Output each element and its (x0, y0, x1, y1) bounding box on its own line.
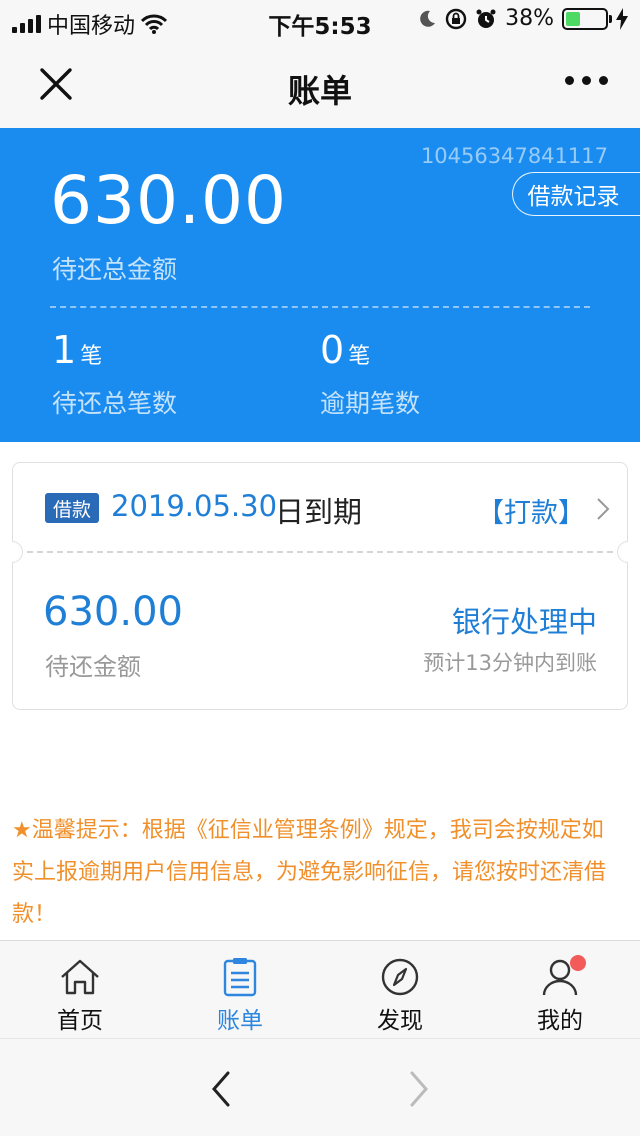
overdue-unit: 笔 (348, 344, 371, 369)
battery-fill (566, 11, 581, 26)
loan-tag: 借款 (45, 493, 100, 523)
tab-mine-label: 我的 (537, 1008, 583, 1034)
order-number: 10456347841117 (420, 144, 608, 168)
overdue-count-stat: 0笔 逾期笔数 (320, 328, 420, 420)
warm-tip: ★温馨提示：根据《征信业管理条例》规定，我司会按规定如实上报逾期用户信用信息，为… (12, 818, 607, 927)
tab-discover-label: 发现 (377, 1008, 423, 1034)
tab-discover[interactable]: 发现 (320, 941, 480, 1038)
pending-count-stat: 1笔 待还总笔数 (52, 328, 177, 420)
bill-amount: 630.00 (43, 589, 183, 635)
home-icon (61, 959, 99, 995)
pending-count: 1 (52, 328, 77, 372)
card-divider (27, 551, 613, 553)
overdue-count-label: 逾期笔数 (320, 389, 421, 418)
bill-eta: 预计13分钟内到账 (423, 651, 597, 675)
battery-icon (562, 7, 612, 30)
tab-home-label: 首页 (57, 1008, 103, 1034)
tab-mine[interactable]: 我的 (480, 941, 640, 1038)
overdue-count: 0 (320, 328, 345, 372)
status-right-group: 38% (417, 6, 628, 31)
rotation-lock-icon (445, 8, 467, 29)
moon-icon (420, 10, 436, 27)
pending-unit: 笔 (80, 344, 103, 369)
bill-card-header[interactable]: 借款 2019.05.30 日到期 【打款】 (13, 463, 627, 551)
back-arrow-icon[interactable] (206, 1069, 236, 1109)
page-title: 账单 (287, 72, 352, 110)
battery-percent: 38% (505, 6, 554, 31)
bill-summary: 10456347841117 借款记录 630.00 待还总金额 1笔 待还总笔… (0, 128, 640, 442)
bill-icon (223, 958, 257, 997)
pending-count-label: 待还总笔数 (52, 389, 178, 418)
compass-icon (381, 958, 419, 996)
tab-bill[interactable]: 账单 (160, 941, 320, 1038)
summary-divider (50, 306, 590, 308)
nav-bar: 账单 (0, 40, 640, 128)
loan-records-button[interactable]: 借款记录 (512, 172, 640, 216)
card-notch-left (12, 541, 23, 563)
pay-link[interactable]: 【打款】 (477, 491, 585, 530)
tab-home[interactable]: 首页 (0, 941, 160, 1038)
tab-bill-label: 账单 (217, 1008, 263, 1034)
charging-bolt-icon (616, 7, 628, 30)
chevron-right-icon[interactable] (595, 497, 611, 521)
total-amount: 630.00 (50, 162, 287, 239)
bill-amount-label: 待还金额 (45, 653, 141, 681)
due-date: 2019.05.30 (111, 489, 278, 523)
forward-arrow-icon[interactable] (404, 1069, 434, 1109)
card-notch-right (617, 541, 628, 563)
more-icon[interactable] (565, 76, 608, 85)
due-suffix: 日到期 (275, 495, 363, 529)
alarm-icon (476, 9, 496, 28)
browser-nav-bar (0, 1038, 640, 1136)
notification-badge (570, 955, 586, 971)
tab-bar: 首页 账单 发现 我的 (0, 940, 640, 1038)
status-bar: 中国移动 下午5:53 38% (0, 0, 640, 40)
bill-card[interactable]: 借款 2019.05.30 日到期 【打款】 630.00 待还金额 银行处理中… (12, 462, 628, 710)
bill-status: 银行处理中 (451, 605, 597, 639)
total-amount-label: 待还总金额 (52, 255, 178, 284)
